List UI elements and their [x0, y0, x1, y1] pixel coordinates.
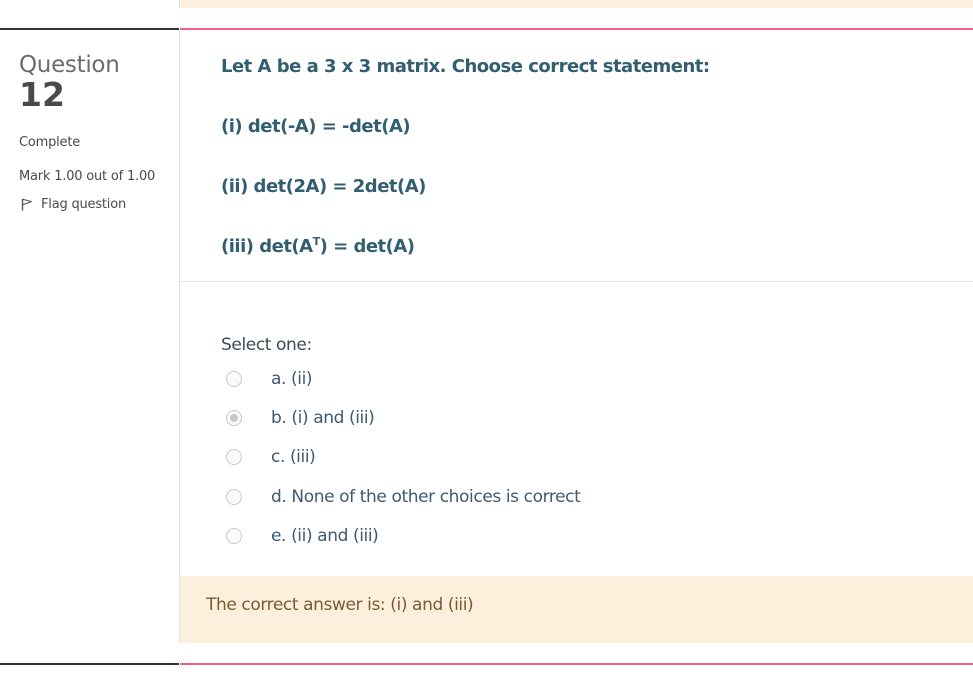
question-info-panel: Question 12 Complete Mark 1.00 out of 1.…: [19, 50, 169, 212]
question-answer-divider: [180, 281, 973, 282]
flag-icon: [21, 198, 33, 211]
statement-item-3-prefix: (iii) det(A: [221, 236, 313, 257]
previous-feedback-edge: [179, 0, 180, 8]
answer-radio-d[interactable]: [226, 488, 242, 505]
answer-label-d: d. None of the other choices is correct: [271, 486, 581, 507]
feedback-panel: The correct answer is: (i) and (iii): [180, 576, 973, 643]
flag-question-label: Flag question: [41, 197, 127, 212]
flag-question-link[interactable]: Flag question: [19, 197, 169, 212]
info-top-divider: [0, 28, 179, 30]
answer-option-a[interactable]: a. (ii): [226, 369, 580, 389]
previous-question-feedback: [179, 0, 973, 8]
transpose-superscript: T: [312, 235, 321, 248]
next-content-divider: [180, 663, 973, 665]
answer-option-e[interactable]: e. (ii) and (iii): [226, 526, 580, 546]
statement-item-1: (i) det(-A) = -det(A): [221, 116, 411, 137]
answer-radio-e[interactable]: [226, 527, 242, 544]
answer-label-a: a. (ii): [271, 369, 313, 389]
answer-radio-a[interactable]: [226, 371, 242, 387]
correct-answer-text: The correct answer is: (i) and (iii): [206, 595, 474, 615]
question-statement: Let A be a 3 x 3 matrix. Choose correct …: [221, 56, 710, 77]
content-left-border: [179, 30, 180, 643]
next-info-divider: [0, 663, 179, 665]
statement-item-3-suffix: ) = det(A): [319, 236, 415, 257]
content-top-divider: [180, 28, 973, 30]
statement-item-3: (iii) det(AT) = det(A): [221, 236, 710, 258]
answer-option-d[interactable]: d. None of the other choices is correct: [226, 486, 581, 507]
question-grade: Mark 1.00 out of 1.00: [19, 169, 156, 184]
answer-label-e: e. (ii) and (iii): [271, 525, 379, 546]
question-state: Complete: [19, 135, 81, 150]
select-one-prompt: Select one:: [221, 335, 312, 355]
question-text: Let A be a 3 x 3 matrix. Choose correct …: [221, 56, 710, 258]
answer-radio-c[interactable]: [226, 449, 242, 466]
answer-label-b: b. (i) and (iii): [271, 408, 375, 429]
answer-options: a. (ii) b. (i) and (iii) c. (iii) d. Non…: [226, 369, 581, 565]
question-number: 12: [19, 75, 65, 114]
statement-item-2: (ii) det(2A) = 2det(A): [221, 176, 426, 197]
answer-option-b[interactable]: b. (i) and (iii): [226, 408, 580, 428]
answer-radio-b[interactable]: [226, 410, 242, 427]
answer-label-c: c. (iii): [271, 447, 316, 468]
answer-option-c[interactable]: c. (iii): [226, 447, 580, 467]
